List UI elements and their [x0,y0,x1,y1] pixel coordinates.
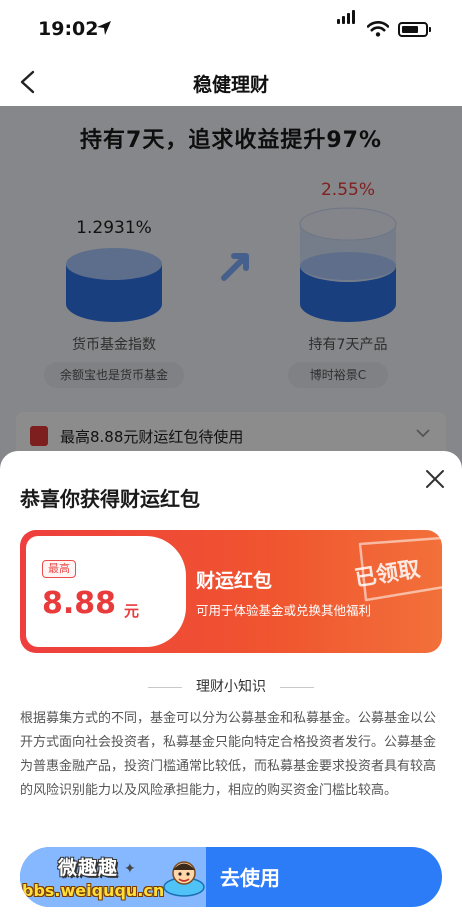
close-icon[interactable] [423,467,447,491]
page-title: 稳健理财 [192,74,269,96]
tips-header: 理财小知识 [0,676,462,698]
wifi-icon [367,21,389,37]
sparkle-icon: ✦ [124,861,136,877]
use-now-button[interactable]: 微趣趣 ✦ bbs.weiququ.cn 去使用 [20,847,442,907]
reward-bottom-sheet: 恭喜你获得财运红包 最高 8.88 元 财运红包 可用于体验基金或兑换其他福利 … [0,451,462,920]
card-name: 财运红包 [196,570,273,592]
mascot-icon [163,861,205,897]
watermark-url: bbs.weiququ.cn [22,881,165,900]
location-arrow-icon [97,21,111,35]
sheet-title: 恭喜你获得财运红包 [20,487,200,511]
divider-right [280,687,314,688]
max-tag: 最高 [42,560,76,578]
battery-icon [398,22,431,37]
tips-body: 根据募集方式的不同，基金可以分为公募基金和私募基金。公募基金以公开方式面向社会投… [20,711,437,798]
cta-label: 去使用 [220,866,280,890]
status-bar: 19:02 [0,0,462,58]
watermark-text: 微趣趣 [58,857,119,879]
red-packet-card: 最高 8.88 元 财运红包 可用于体验基金或兑换其他福利 已领取 [20,530,442,653]
nav-bar: 稳健理财 [0,58,462,106]
card-unit: 元 [124,602,140,620]
card-amount-panel: 最高 8.88 元 [26,536,186,647]
tips-title: 理财小知识 [196,679,266,695]
status-time: 19:02 [38,18,99,40]
card-amount: 8.88 [42,586,117,621]
